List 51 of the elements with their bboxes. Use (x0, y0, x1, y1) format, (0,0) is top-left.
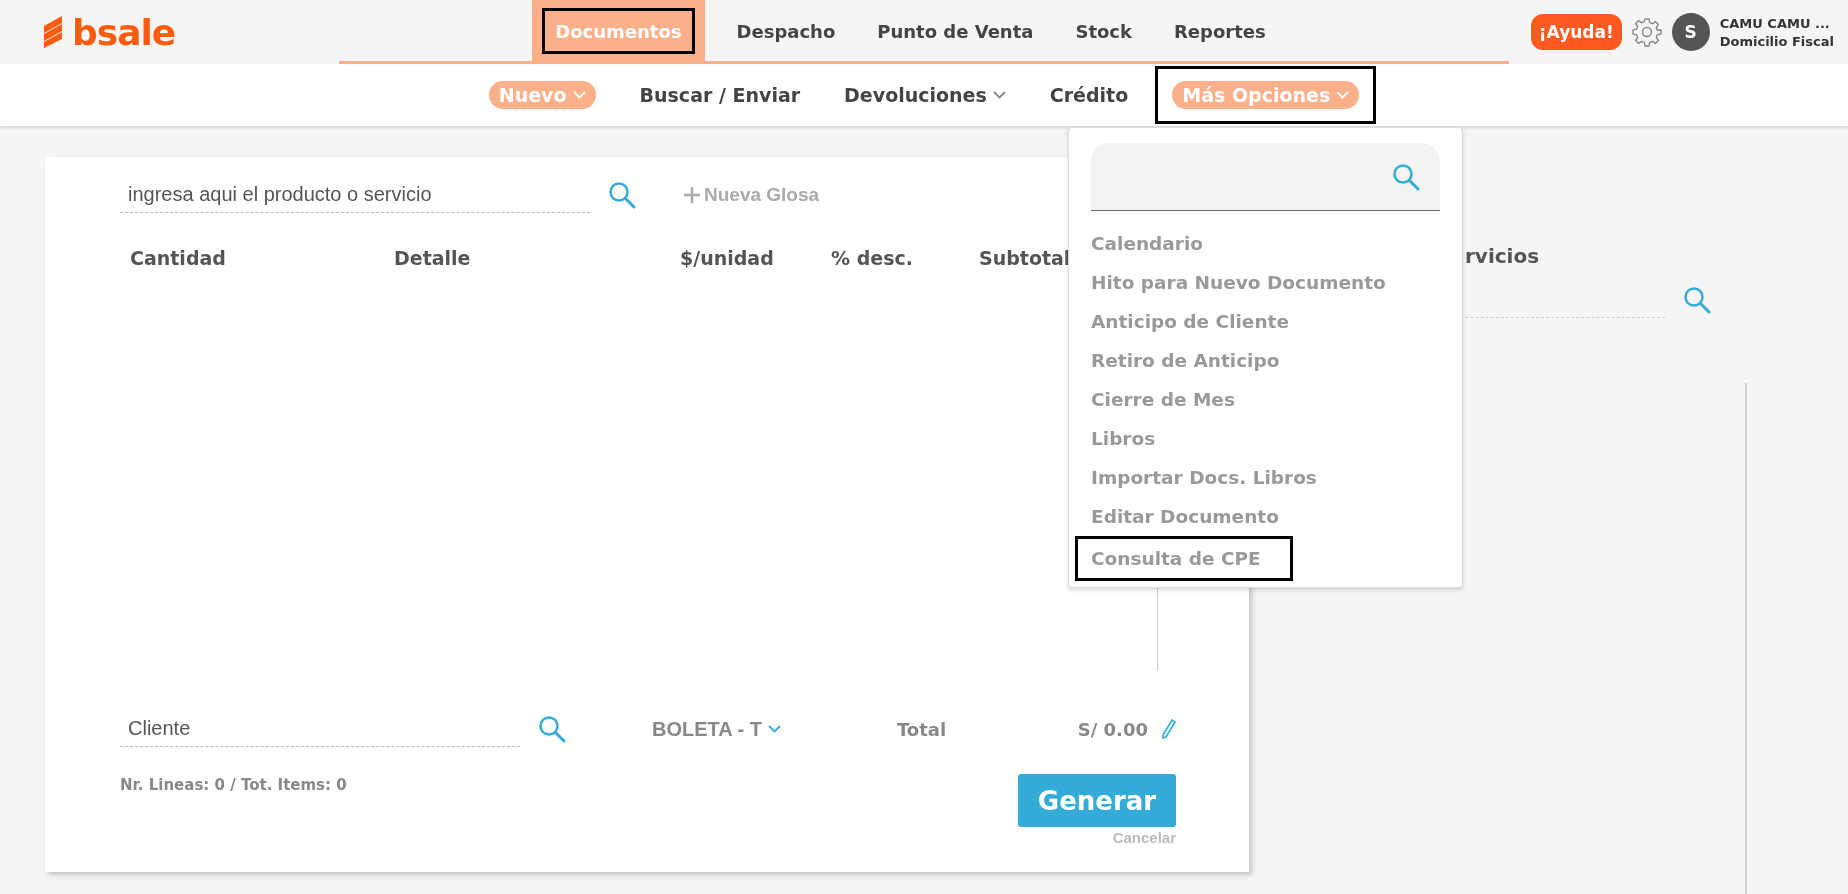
chevron-down-icon (992, 91, 1006, 99)
product-search-field[interactable]: ingresa aqui el producto o servicio (120, 177, 590, 213)
nav-tab[interactable]: Punto de Venta (867, 0, 1044, 62)
column-header: Detalle (393, 247, 472, 269)
menu-item[interactable]: Libros (1091, 419, 1440, 458)
menu-item[interactable]: Retiro de Anticipo (1091, 341, 1440, 380)
pencil-icon[interactable] (1162, 719, 1176, 739)
column-header: % desc. (830, 247, 914, 269)
logo-text: bsale (72, 11, 176, 53)
menu-item[interactable]: Cierre de Mes (1091, 380, 1440, 419)
search-icon[interactable] (608, 181, 636, 209)
menu-item[interactable]: Anticipo de Cliente (1091, 302, 1440, 341)
user-subtitle: Domicilio Fiscal (1719, 33, 1834, 49)
nav-tab[interactable]: Stock (1065, 0, 1142, 62)
menu-search-field[interactable] (1091, 143, 1440, 211)
search-icon[interactable] (538, 715, 566, 743)
client-field[interactable]: Cliente (120, 711, 520, 747)
chevron-down-icon (572, 91, 586, 99)
subnav-item[interactable]: Buscar / Enviar (639, 81, 801, 109)
nav-tab[interactable]: Documentos (532, 0, 705, 62)
panel-title: rvicios (1465, 244, 1540, 268)
subnav-item[interactable]: Crédito (1049, 81, 1129, 109)
settings-icon[interactable] (1631, 17, 1662, 47)
column-header: $/unidad (679, 247, 775, 269)
nav-tab[interactable]: Reportes (1164, 0, 1276, 62)
total-label: Total (897, 718, 947, 740)
nav-tab[interactable]: Despacho (726, 0, 846, 62)
line-counts: Nr. Lineas: 0 / Tot. Items: 0 (120, 776, 347, 794)
menu-item[interactable]: Editar Documento (1091, 497, 1440, 536)
cancel-link[interactable]: Cancelar (1112, 829, 1176, 846)
total-value: S/ 0.00 (1077, 718, 1148, 740)
search-icon[interactable] (1392, 162, 1420, 191)
plus-icon (682, 185, 702, 205)
search-icon[interactable] (1683, 286, 1711, 314)
menu-item[interactable]: Importar Docs. Libros (1091, 458, 1440, 497)
menu-item[interactable]: Consulta de CPE (1091, 539, 1290, 578)
chevron-down-icon (768, 725, 781, 733)
subnav-item[interactable]: Devoluciones (844, 81, 1006, 109)
document-type-select[interactable]: BOLETA - T (652, 717, 781, 741)
user-avatar[interactable]: S (1671, 13, 1710, 51)
column-header: Subtotal (978, 247, 1069, 269)
subnav-item[interactable]: Más Opciones (1172, 81, 1360, 109)
add-line-button[interactable]: Nueva Glosa (682, 184, 820, 206)
subnav-item[interactable]: Nuevo (488, 81, 596, 109)
user-name: CAMU CAMU ... (1719, 15, 1831, 31)
menu-item[interactable]: Calendario (1091, 224, 1440, 263)
generate-button[interactable]: Generar (1018, 774, 1176, 827)
menu-item[interactable]: Hito para Nuevo Documento (1091, 263, 1440, 302)
chevron-down-icon (1336, 91, 1350, 99)
column-header: Cantidad (129, 247, 227, 269)
help-button[interactable]: ¡Ayuda! (1530, 14, 1622, 50)
